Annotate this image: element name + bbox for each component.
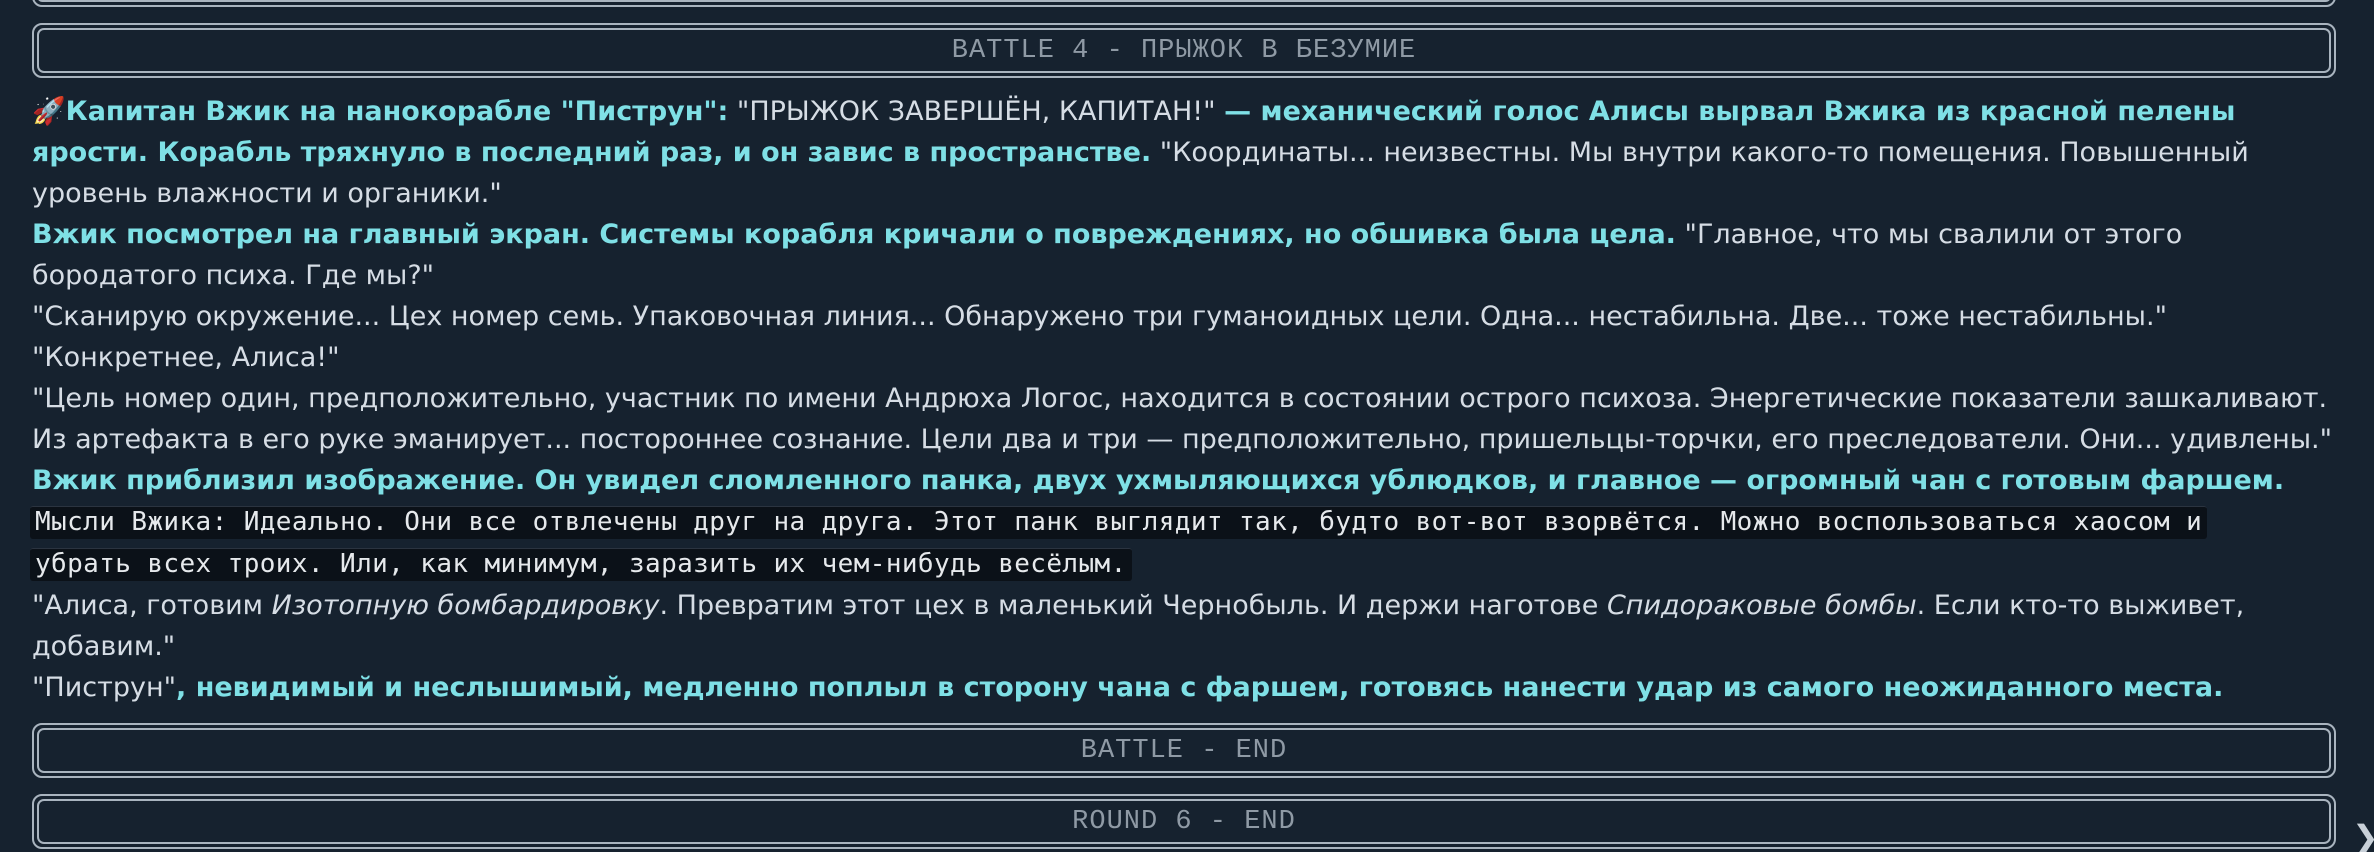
story-paragraph-6: Вжик приблизил изображение. Он увидел сл… (32, 465, 2285, 496)
isotope-bombing-term: Изотопную бомбардировку (271, 590, 660, 621)
battle-start-label: BATTLE 4 - ПРЫЖОК В БЕЗУМИЕ (951, 35, 1417, 66)
previous-banner-fragment (32, 0, 2336, 7)
narration-text: Вжик посмотрел на главный экран. Системы… (32, 219, 1676, 250)
story-message: 🚀Капитан Вжик на нанокорабле "Пиструн": … (30, 91, 2352, 708)
story-paragraph-1: 🚀Капитан Вжик на нанокорабле "Пиструн": … (32, 91, 2352, 214)
story-paragraph-4: "Конкретнее, Алиса!" (32, 342, 340, 373)
story-paragraph-7: "Алиса, готовим Изотопную бомбардировку.… (32, 585, 2352, 667)
battle-start-banner: BATTLE 4 - ПРЫЖОК В БЕЗУМИЕ (32, 23, 2336, 78)
round-end-banner: ROUND 6 - END (32, 794, 2336, 849)
chat-page: BATTLE 4 - ПРЫЖОК В БЕЗУМИЕ 🚀Капитан Вжи… (0, 0, 2374, 852)
thought-line-1: Мысли Вжика: Идеально. Они все отвлечены… (30, 501, 2352, 543)
narration-text: , невидимый и неслышимый, медленно поплы… (176, 672, 2224, 703)
thought-text-2: убрать всех троих. Или, как минимум, зар… (30, 548, 1132, 581)
spider-bombs-term: Спидораковые бомбы (1606, 590, 1917, 621)
alice-quote: "ПРЫЖОК ЗАВЕРШЁН, КАПИТАН!" (728, 96, 1225, 127)
rocket-icon: 🚀 (32, 96, 66, 127)
vzhik-thought-block: Мысли Вжика: Идеально. Они все отвлечены… (30, 501, 2352, 585)
thought-text-1: Мысли Вжика: Идеально. Они все отвлечены… (30, 506, 2208, 539)
plan-text-b: . Превратим этот цех в маленький Чернобы… (659, 590, 1607, 621)
story-paragraph-5: "Цель номер один, предположительно, учас… (32, 383, 2333, 455)
previous-banner-inner (37, 0, 2331, 2)
story-paragraph-8: "Пиструн", невидимый и неслышимый, медле… (32, 667, 2352, 708)
battle-start-banner-inner: BATTLE 4 - ПРЫЖОК В БЕЗУМИЕ (37, 28, 2331, 73)
chevron-right-icon[interactable]: ❯ (2352, 821, 2374, 852)
battle-end-banner-inner: BATTLE - END (37, 728, 2331, 773)
round-end-label: ROUND 6 - END (1072, 806, 1296, 837)
ship-name-quote: "Пиструн" (32, 672, 177, 703)
story-paragraph-2: Вжик посмотрел на главный экран. Системы… (32, 214, 2352, 296)
battle-end-banner: BATTLE - END (32, 723, 2336, 778)
story-paragraph-3: "Сканирую окружение... Цех номер семь. У… (32, 301, 2168, 332)
plan-text-a: "Алиса, готовим (32, 590, 272, 621)
round-end-banner-inner: ROUND 6 - END (37, 799, 2331, 844)
battle-end-label: BATTLE - END (1080, 735, 1288, 766)
thought-line-2: убрать всех троих. Или, как минимум, зар… (30, 543, 2352, 585)
speaker-label: Капитан Вжик на нанокорабле "Пиструн": (65, 96, 729, 127)
